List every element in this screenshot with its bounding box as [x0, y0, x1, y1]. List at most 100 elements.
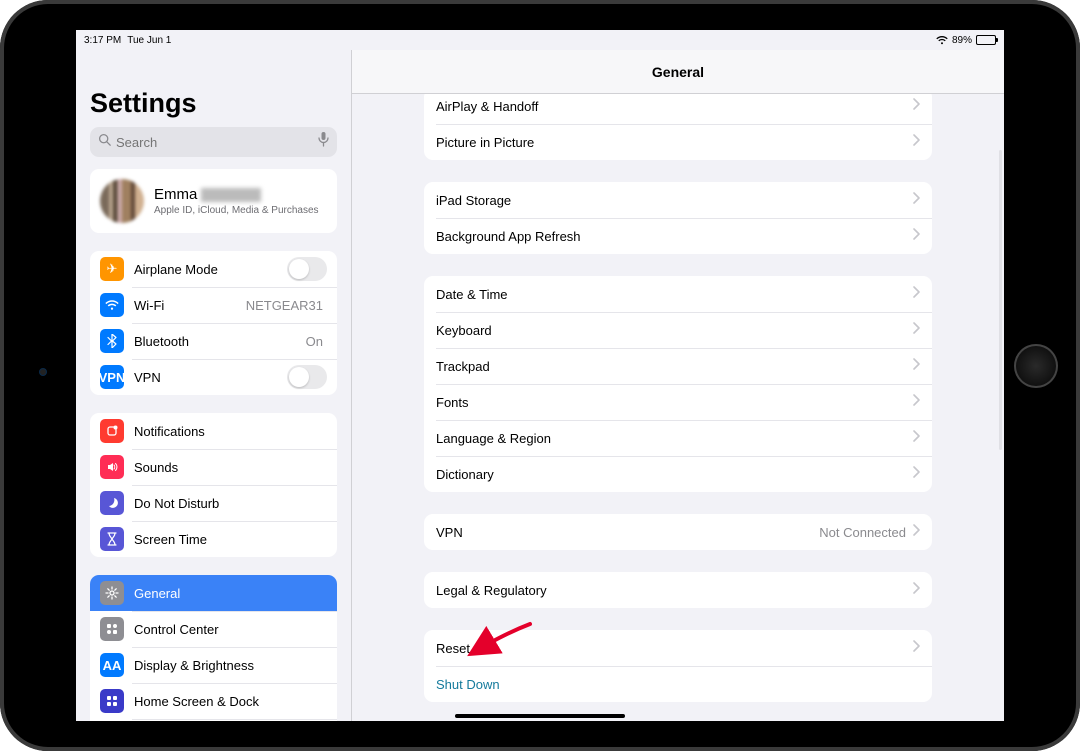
- row-pip[interactable]: Picture in Picture: [424, 124, 932, 160]
- sidebar-item-label: Airplane Mode: [134, 262, 287, 277]
- row-reset[interactable]: Reset: [424, 630, 932, 666]
- detail-group: AirPlay & Handoff Picture in Picture: [424, 94, 932, 160]
- search-field[interactable]: [116, 135, 318, 150]
- mic-icon[interactable]: [318, 132, 329, 152]
- chevron-right-icon: [912, 133, 920, 151]
- screen: 3:17 PM Tue Jun 1 89% Settings: [76, 30, 1004, 721]
- sidebar-item-label: Do Not Disturb: [134, 496, 327, 511]
- chevron-right-icon: [912, 191, 920, 209]
- detail-title: General: [352, 50, 1004, 94]
- sidebar-item-homescreen[interactable]: Home Screen & Dock: [90, 683, 337, 719]
- chevron-right-icon: [912, 97, 920, 115]
- sidebar-item-label: Sounds: [134, 460, 327, 475]
- sidebar-item-dnd[interactable]: Do Not Disturb: [90, 485, 337, 521]
- sidebar-item-wifi[interactable]: Wi-Fi NETGEAR31: [90, 287, 337, 323]
- hourglass-icon: [100, 527, 124, 551]
- profile-subtitle: Apple ID, iCloud, Media & Purchases: [154, 205, 319, 216]
- settings-sidebar: Settings Emma Apple ID, iCl: [76, 50, 352, 721]
- detail-group: Legal & Regulatory: [424, 572, 932, 608]
- sidebar-item-label: Control Center: [134, 622, 327, 637]
- sidebar-item-label: Home Screen & Dock: [134, 694, 327, 709]
- sidebar-item-label: VPN: [134, 370, 287, 385]
- sidebar-group-general: General Control Center AA Display & Brig…: [90, 575, 337, 721]
- sidebar-item-display[interactable]: AA Display & Brightness: [90, 647, 337, 683]
- detail-group: iPad Storage Background App Refresh: [424, 182, 932, 254]
- wifi-icon: [936, 36, 948, 45]
- chevron-right-icon: [912, 227, 920, 245]
- status-date: Tue Jun 1: [127, 35, 171, 46]
- chevron-right-icon: [912, 357, 920, 375]
- sidebar-item-label: Screen Time: [134, 532, 327, 547]
- detail-group: VPN Not Connected: [424, 514, 932, 550]
- control-center-icon: [100, 617, 124, 641]
- detail-scroll[interactable]: AirPlay & Handoff Picture in Picture iPa…: [352, 94, 1004, 721]
- chevron-right-icon: [912, 523, 920, 541]
- sidebar-item-bluetooth[interactable]: Bluetooth On: [90, 323, 337, 359]
- sounds-icon: [100, 455, 124, 479]
- search-icon: [98, 133, 111, 151]
- row-label: Trackpad: [436, 359, 912, 374]
- sidebar-item-general[interactable]: General: [90, 575, 337, 611]
- sidebar-item-vpn[interactable]: VPN VPN: [90, 359, 337, 395]
- row-trackpad[interactable]: Trackpad: [424, 348, 932, 384]
- profile-row[interactable]: Emma Apple ID, iCloud, Media & Purchases: [90, 169, 337, 233]
- detail-group: Date & Time Keyboard Trackpad Fonts: [424, 276, 932, 492]
- gear-icon: [100, 581, 124, 605]
- sidebar-item-airplane[interactable]: ✈︎ Airplane Mode: [90, 251, 337, 287]
- row-dictionary[interactable]: Dictionary: [424, 456, 932, 492]
- row-label: Dictionary: [436, 467, 912, 482]
- notifications-icon: [100, 419, 124, 443]
- row-bg-refresh[interactable]: Background App Refresh: [424, 218, 932, 254]
- row-storage[interactable]: iPad Storage: [424, 182, 932, 218]
- row-label: VPN: [436, 525, 819, 540]
- row-language[interactable]: Language & Region: [424, 420, 932, 456]
- chevron-right-icon: [912, 429, 920, 447]
- vpn-icon: VPN: [100, 365, 124, 389]
- search-input[interactable]: [90, 127, 337, 157]
- row-fonts[interactable]: Fonts: [424, 384, 932, 420]
- chevron-right-icon: [912, 581, 920, 599]
- sidebar-item-screentime[interactable]: Screen Time: [90, 521, 337, 557]
- sidebar-item-label: Bluetooth: [134, 334, 306, 349]
- home-indicator[interactable]: [455, 714, 625, 718]
- row-label: Background App Refresh: [436, 229, 912, 244]
- front-camera: [39, 368, 47, 376]
- status-time: 3:17 PM: [84, 35, 121, 46]
- sidebar-item-notifications[interactable]: Notifications: [90, 413, 337, 449]
- battery-percent: 89%: [952, 35, 972, 46]
- bluetooth-value: On: [306, 334, 323, 349]
- sidebar-item-accessibility[interactable]: Accessibility: [90, 719, 337, 721]
- row-legal[interactable]: Legal & Regulatory: [424, 572, 932, 608]
- page-title: Settings: [76, 50, 351, 127]
- row-shutdown[interactable]: Shut Down: [424, 666, 932, 702]
- airplane-toggle[interactable]: [287, 257, 327, 281]
- row-label: Shut Down: [436, 677, 920, 692]
- chevron-right-icon: [912, 465, 920, 483]
- row-label: AirPlay & Handoff: [436, 99, 912, 114]
- row-label: Fonts: [436, 395, 912, 410]
- airplane-icon: ✈︎: [100, 257, 124, 281]
- row-label: Date & Time: [436, 287, 912, 302]
- sidebar-group-alerts: Notifications Sounds Do Not Disturb: [90, 413, 337, 557]
- sidebar-item-label: Display & Brightness: [134, 658, 327, 673]
- avatar: [100, 179, 144, 223]
- chevron-right-icon: [912, 393, 920, 411]
- vpn-toggle[interactable]: [287, 365, 327, 389]
- chevron-right-icon: [912, 639, 920, 657]
- ipad-frame: 3:17 PM Tue Jun 1 89% Settings: [0, 0, 1080, 751]
- moon-icon: [100, 491, 124, 515]
- wifi-icon: [100, 293, 124, 317]
- row-vpn[interactable]: VPN Not Connected: [424, 514, 932, 550]
- sidebar-item-control-center[interactable]: Control Center: [90, 611, 337, 647]
- row-keyboard[interactable]: Keyboard: [424, 312, 932, 348]
- row-date-time[interactable]: Date & Time: [424, 276, 932, 312]
- home-button[interactable]: [1014, 344, 1058, 388]
- row-label: Legal & Regulatory: [436, 583, 912, 598]
- row-label: Language & Region: [436, 431, 912, 446]
- sidebar-item-sounds[interactable]: Sounds: [90, 449, 337, 485]
- row-label: Keyboard: [436, 323, 912, 338]
- profile-name: Emma: [154, 186, 319, 203]
- row-airplay[interactable]: AirPlay & Handoff: [424, 94, 932, 124]
- grid-icon: [100, 689, 124, 713]
- battery-icon: [976, 35, 996, 45]
